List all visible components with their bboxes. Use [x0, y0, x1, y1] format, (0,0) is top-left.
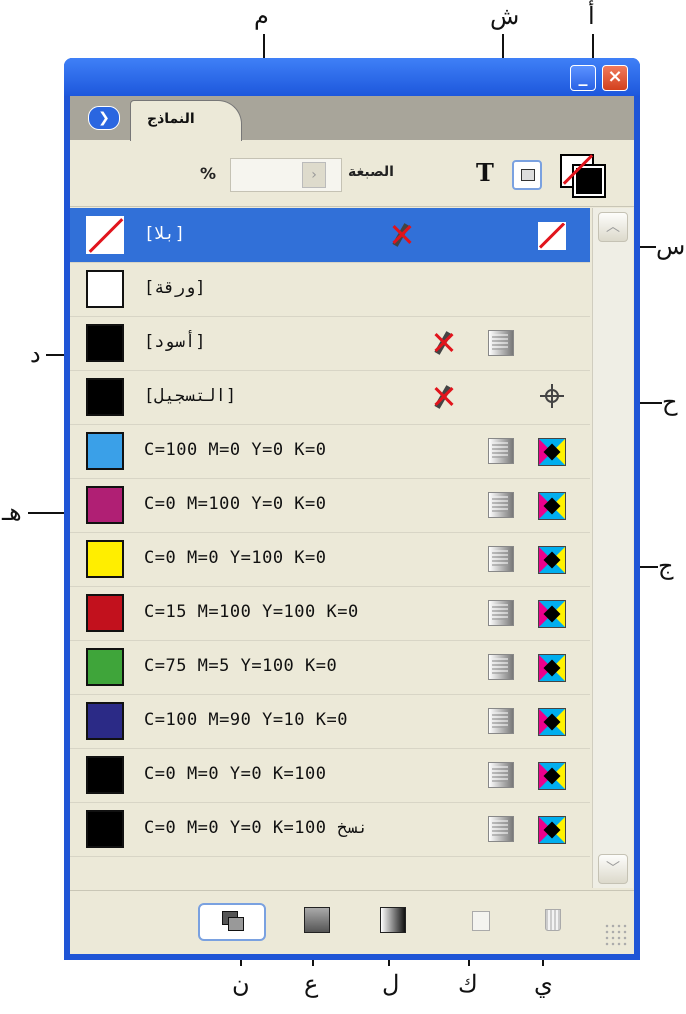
tint-percent-unit: % [200, 164, 217, 183]
process-color-icon [488, 762, 514, 788]
swatch-color-chip [86, 216, 124, 254]
swatch-name: C=0 M=0 Y=0 K=100 [144, 764, 327, 784]
process-color-icon [488, 330, 514, 356]
callout-label: ل [382, 970, 400, 998]
swatch-name: C=100 M=0 Y=0 K=0 [144, 440, 327, 460]
cannot-edit-pencil-icon [388, 221, 414, 249]
tab-swatches[interactable]: النماذج [130, 100, 242, 141]
process-color-icon [488, 492, 514, 518]
bottom-toolbar [70, 890, 634, 953]
cmyk-mode-icon [538, 654, 566, 682]
swatch-color-chip [86, 270, 124, 308]
tab-strip: ❯ النماذج [70, 96, 634, 141]
swatch-row[interactable]: C=100 M=90 Y=10 K=0 [70, 694, 590, 749]
swatch-name: C=0 M=0 Y=100 K=0 [144, 548, 327, 568]
swatches-window: _ × ❯ النماذج T الصبغة › % [بلا] [ورقة] [أ… [64, 58, 640, 960]
cannot-edit-pencil-icon [430, 383, 456, 411]
swatch-row[interactable]: C=75 M=5 Y=100 K=0 [70, 640, 590, 695]
callout-label: ك [458, 970, 478, 998]
swatch-row[interactable]: [أسود] [70, 316, 590, 371]
callout-label: س [656, 232, 686, 260]
process-color-icon [488, 654, 514, 680]
swatch-name: C=100 M=90 Y=10 K=0 [144, 710, 348, 730]
swatch-name: [ورقة] [144, 278, 206, 298]
scrollbar[interactable]: ︿ ﹀ [592, 208, 633, 888]
formatting-container-button[interactable] [512, 160, 542, 190]
swatch-row[interactable]: [التسجيل] [70, 370, 590, 425]
swatch-row[interactable]: C=0 M=0 Y=0 K=100 [70, 748, 590, 803]
show-gradient-swatches-button[interactable] [372, 903, 412, 937]
swatch-name: C=15 M=100 Y=100 K=0 [144, 602, 359, 622]
cmyk-mode-icon [538, 492, 566, 520]
formatting-text-button[interactable]: T [476, 158, 494, 187]
registration-mark-icon [540, 384, 564, 408]
callout-label: ن [232, 970, 250, 998]
swatch-color-chip [86, 486, 124, 524]
process-color-icon [488, 438, 514, 464]
swatch-color-chip [86, 594, 124, 632]
swatch-name: [أسود] [144, 332, 206, 352]
cmyk-mode-icon [538, 816, 566, 844]
swatch-row[interactable]: [بلا] [70, 208, 590, 263]
callout-label: هـ [2, 498, 22, 526]
swatch-color-chip [86, 540, 124, 578]
scroll-down-arrow-icon[interactable]: ﹀ [598, 854, 628, 884]
tint-stepper-arrow-icon[interactable]: › [302, 162, 326, 188]
process-color-icon [488, 546, 514, 572]
minimize-button[interactable]: _ [570, 65, 596, 91]
title-bar[interactable]: _ × [64, 58, 640, 96]
none-color-mode-icon [538, 222, 566, 250]
swatch-name: [بلا] [144, 224, 185, 244]
swatch-name: [التسجيل] [144, 386, 237, 406]
delete-swatch-trash-icon[interactable] [532, 903, 572, 937]
swatch-color-chip [86, 324, 124, 362]
tab-label: النماذج [147, 111, 195, 127]
swatch-color-chip [86, 432, 124, 470]
swatch-row[interactable]: C=15 M=100 Y=100 K=0 [70, 586, 590, 641]
resize-grip-icon[interactable] [604, 923, 628, 947]
callout-label: ش [490, 2, 520, 30]
callout-label: د [30, 340, 41, 368]
swatch-color-chip [86, 810, 124, 848]
cmyk-mode-icon [538, 708, 566, 736]
cmyk-mode-icon [538, 762, 566, 790]
callout-label: ح [662, 388, 678, 416]
show-color-swatches-button[interactable] [296, 903, 336, 937]
swatch-color-chip [86, 648, 124, 686]
swatch-row[interactable]: C=0 M=0 Y=100 K=0 [70, 532, 590, 587]
cmyk-mode-icon [538, 600, 566, 628]
panel-body: ❯ النماذج T الصبغة › % [بلا] [ورقة] [أسود]… [70, 96, 634, 954]
panel-menu-button[interactable]: ❯ [88, 106, 120, 130]
callout-label: أ [588, 2, 595, 30]
cmyk-mode-icon [538, 438, 566, 466]
fill-stroke-icon[interactable] [560, 154, 606, 198]
cannot-edit-pencil-icon [430, 329, 456, 357]
swatch-name: C=75 M=5 Y=100 K=0 [144, 656, 338, 676]
callout-label: ي [534, 970, 553, 998]
cmyk-mode-icon [538, 546, 566, 574]
callout-label: ج [658, 552, 674, 580]
swatch-row[interactable]: C=0 M=0 Y=0 K=100 نسخ [70, 802, 590, 857]
control-row: T الصبغة › % [70, 140, 634, 207]
swatch-row[interactable]: [ورقة] [70, 262, 590, 317]
process-color-icon [488, 708, 514, 734]
swatch-row[interactable]: C=0 M=100 Y=0 K=0 [70, 478, 590, 533]
swatch-row[interactable]: C=100 M=0 Y=0 K=0 [70, 424, 590, 479]
show-all-swatches-button[interactable] [198, 903, 266, 941]
callout-label: م [254, 2, 269, 30]
swatch-color-chip [86, 756, 124, 794]
swatch-color-chip [86, 378, 124, 416]
process-color-icon [488, 816, 514, 842]
close-button[interactable]: × [602, 65, 628, 91]
swatch-name: C=0 M=100 Y=0 K=0 [144, 494, 327, 514]
callout-label: ع [304, 970, 319, 998]
swatch-color-chip [86, 702, 124, 740]
swatch-name: C=0 M=0 Y=0 K=100 نسخ [144, 818, 368, 838]
new-swatch-button[interactable] [460, 903, 500, 937]
tint-label: الصبغة [348, 164, 394, 180]
swatch-list: [بلا] [ورقة] [أسود] [التسجيل] C=100 M=0 Y=0 … [70, 208, 590, 857]
process-color-icon [488, 600, 514, 626]
scroll-up-arrow-icon[interactable]: ︿ [598, 212, 628, 242]
